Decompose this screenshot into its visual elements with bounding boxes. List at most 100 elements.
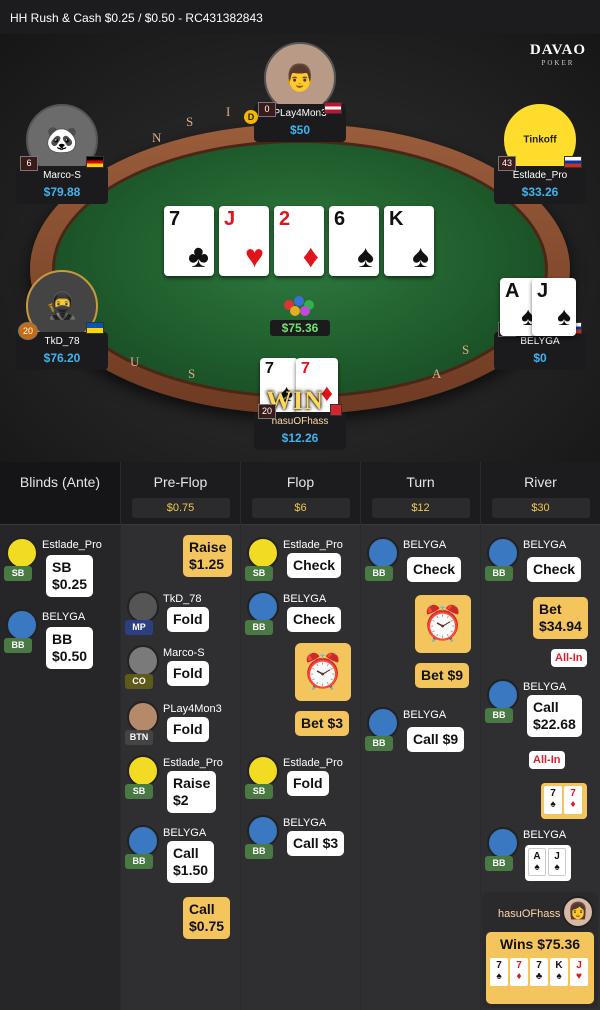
flag-icon — [330, 404, 342, 416]
action-bubble: Fold — [287, 771, 329, 796]
column-turn: Turn $12 BB BELYGA Check ⏰ Bet $9 BB BELY… — [360, 462, 481, 1010]
seat-estlade-pro[interactable]: Tinkoff Estlade_Pro $33.26 43 — [494, 104, 586, 204]
winner-summary: hasuOFhass 👩 Wins $75.36 7 ♠7 ♦7 ♣K ♠J ♥ — [482, 892, 598, 1008]
board-card: J ♥ — [219, 206, 269, 276]
position-badge: BB — [485, 566, 513, 581]
column-header: Flop $6 — [241, 462, 360, 522]
mini-card: J ♠ — [548, 848, 566, 876]
chip-stack-icon — [270, 294, 330, 318]
action-row: BB BELYGA Check — [481, 535, 600, 595]
player-avatar — [127, 645, 159, 677]
seat-tkd-78[interactable]: 🥷 TkD_78 $76.20 20 — [16, 270, 108, 370]
shown-cards: 7 ♠7 ♦ — [541, 783, 587, 819]
board-card: K ♠ — [384, 206, 434, 276]
mini-card: J ♥ — [570, 958, 588, 986]
action-player: Estlade_Pro — [283, 757, 343, 769]
action-bubble: SB $0.25 — [46, 555, 94, 597]
action-player: BELYGA — [523, 681, 567, 693]
action-bubble: Fold — [167, 661, 209, 686]
player-avatar — [6, 609, 38, 641]
flag-icon — [564, 156, 582, 168]
hand-history-panel: Blinds (Ante) SB Estlade_Pro SB $0.25 BB … — [0, 462, 600, 1010]
mini-card: 7 ♦ — [510, 958, 528, 986]
allin-badge: All-In — [529, 751, 565, 769]
column-header: Pre-Flop $0.75 — [121, 462, 240, 522]
rail-letter: S — [186, 114, 194, 129]
action-row: BB BELYGA Check — [361, 535, 481, 595]
nameplate: Marco-S $79.88 — [16, 166, 108, 204]
player-avatar — [247, 591, 279, 623]
action-player: BELYGA — [42, 611, 86, 623]
position-badge: BB — [245, 844, 273, 859]
action-row: BTN PLay4Mon3 Fold — [121, 699, 241, 759]
action-player: BELYGA — [283, 593, 327, 605]
dealer-button-icon: D — [244, 110, 258, 124]
belyga-hole-card: J ♠ — [532, 278, 576, 336]
action-row: BB BELYGA Call $22.68 — [481, 677, 600, 737]
level-badge: 0 — [258, 102, 276, 117]
column-header: Blinds (Ante) — [19, 474, 101, 490]
action-bubble: Raise $2 — [167, 771, 217, 813]
mini-card: 7 ♠ — [544, 786, 562, 814]
rail-letter: S — [462, 342, 470, 357]
action-row: BB BELYGA Call $9 — [361, 705, 481, 765]
position-badge: SB — [4, 566, 32, 581]
position-badge: MP — [125, 620, 153, 635]
action-row: BB BELYGA A ♠J ♠ — [481, 825, 600, 885]
action-bubble: Check — [527, 557, 582, 582]
board-card: 2 ♦ — [274, 206, 324, 276]
winner-text: Wins $75.36 — [499, 936, 581, 952]
mini-card: 7 ♠ — [490, 958, 508, 986]
action-bubble: Fold — [167, 607, 209, 632]
column-body: SB Estlade_Pro SB $0.25 BB BELYGA BB $0.50 — [0, 524, 120, 1010]
player-stack: $50 — [289, 123, 311, 137]
player-avatar — [367, 707, 399, 739]
column-body: BB BELYGA Check ⏰ Bet $9 BB BELYGA Call … — [361, 524, 481, 1010]
mini-card: 7 ♦ — [564, 786, 582, 814]
level-badge: 20 — [258, 404, 276, 419]
action-player: Estlade_Pro — [163, 757, 223, 769]
street-pot: $12 — [371, 498, 470, 518]
winner-name: hasuOFhass — [498, 908, 561, 920]
action-player: Estlade_Pro — [283, 539, 343, 551]
player-avatar — [127, 701, 159, 733]
player-avatar — [247, 815, 279, 847]
position-badge: BB — [125, 854, 153, 869]
nameplate: BELYGA $0 — [494, 332, 586, 370]
action-row: BB BELYGA Check — [241, 589, 361, 649]
position-badge: CO — [125, 674, 153, 689]
player-stack: $0 — [533, 351, 547, 365]
hand-history-title: HH Rush & Cash $0.25 / $0.50 - RC4313828… — [0, 0, 600, 34]
action-player: BELYGA — [403, 709, 447, 721]
seat-marco-s[interactable]: 🐼 Marco-S $79.88 6 — [16, 104, 108, 204]
player-stack: $76.20 — [43, 351, 81, 365]
action-bubble: Call $22.68 — [527, 695, 582, 737]
level-badge: 20 — [18, 322, 38, 340]
column-header: Turn $12 — [361, 462, 480, 522]
player-stack: $12.26 — [281, 431, 319, 445]
position-badge: BB — [245, 620, 273, 635]
pot: $75.36 — [270, 294, 330, 336]
winner-panel: Wins $75.36 7 ♠7 ♦7 ♣K ♠J ♥ — [486, 932, 594, 1004]
rail-letter: S — [188, 366, 196, 381]
flag-icon — [324, 102, 342, 114]
rail-letter: A — [432, 366, 442, 381]
action-bubble: Call $0.75 — [183, 897, 231, 939]
rail-letter: U — [130, 354, 140, 369]
action-bubble: Call $1.50 — [167, 841, 215, 883]
action-player: BELYGA — [283, 817, 327, 829]
column-header: River $30 — [481, 462, 600, 522]
position-badge: BB — [365, 566, 393, 581]
action-row: MP TkD_78 Fold — [121, 589, 241, 649]
seat-hasuofhass[interactable]: hasuOFhass $12.26 20 — [254, 360, 346, 450]
action-bubble: Call $3 — [287, 831, 345, 856]
seat-play4mon3[interactable]: 👨 PLay4Mon3 $50 0 — [254, 42, 346, 142]
timer-clock-icon: ⏰ — [415, 595, 471, 653]
action-bubble: BB $0.50 — [46, 627, 94, 669]
action-row: BB BELYGA Call $3 — [241, 813, 361, 873]
action-bubble: Check — [407, 557, 462, 582]
rail-letter: I — [226, 104, 231, 119]
action-bubble: Check — [287, 553, 342, 578]
board-card: 7 ♣ — [164, 206, 214, 276]
mini-card: K ♠ — [550, 958, 568, 986]
